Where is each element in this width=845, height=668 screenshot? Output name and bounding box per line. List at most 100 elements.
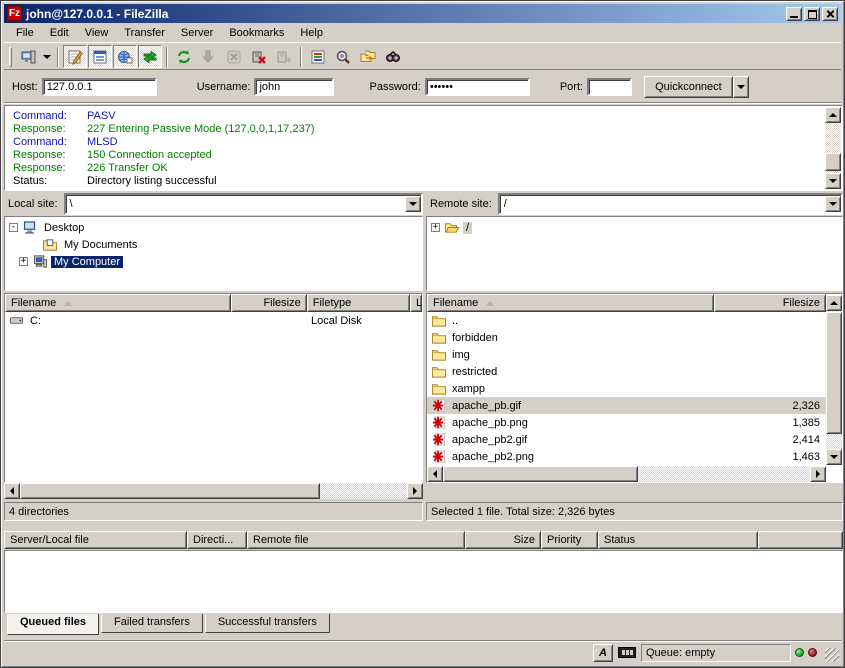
remote-hscrollbar[interactable] — [427, 466, 826, 482]
remote-file-row[interactable]: apache_pb.png 1,385 — [427, 414, 826, 431]
toggle-remote-tree-button[interactable] — [113, 45, 137, 68]
queue-list[interactable] — [4, 550, 843, 613]
maximize-button[interactable] — [804, 7, 820, 21]
remote-vscrollbar[interactable] — [826, 295, 842, 465]
synchronized-browsing-button[interactable] — [356, 45, 380, 68]
remote-file-row[interactable]: restricted — [427, 363, 826, 380]
remote-file-row-selected[interactable]: apache_pb.gif 2,326 — [427, 397, 826, 414]
transfer-type-indicator[interactable]: A — [593, 644, 613, 662]
column-header-priority[interactable]: Priority — [541, 531, 598, 549]
remote-file-row[interactable]: .. — [427, 312, 826, 329]
menu-server[interactable]: Server — [173, 25, 221, 41]
scroll-thumb[interactable] — [443, 466, 638, 482]
reconnect-button[interactable] — [272, 45, 296, 68]
log-line: Command:MLSD — [13, 136, 824, 149]
log-line: Response:150 Connection accepted — [13, 149, 824, 162]
scroll-thumb[interactable] — [20, 483, 320, 499]
port-input[interactable] — [587, 78, 632, 96]
local-tree: - Desktop My Documents + My Computer — [4, 216, 423, 291]
image-file-icon — [431, 449, 447, 464]
menu-file[interactable]: File — [8, 25, 42, 41]
remote-site-dropdown[interactable] — [825, 196, 841, 212]
tree-item-my-documents[interactable]: My Documents — [9, 236, 422, 253]
scroll-up-button[interactable] — [825, 107, 841, 123]
column-header-filename[interactable]: Filename — [5, 294, 231, 312]
image-file-icon — [431, 432, 447, 447]
cancel-icon — [226, 49, 242, 65]
close-button[interactable] — [822, 7, 838, 21]
tab-successful-transfers[interactable]: Successful transfers — [205, 614, 330, 633]
column-header-direction[interactable]: Directi... — [187, 531, 247, 549]
quickconnect-button[interactable]: Quickconnect — [644, 76, 733, 98]
disconnect-button[interactable] — [247, 45, 271, 68]
local-file-row[interactable]: C: Local Disk — [5, 312, 422, 329]
menu-help[interactable]: Help — [292, 25, 331, 41]
menu-transfer[interactable]: Transfer — [116, 25, 173, 41]
remote-file-row[interactable]: apache_pb2.png 1,463 — [427, 448, 826, 465]
local-hscrollbar[interactable] — [4, 483, 423, 499]
tab-queued-files[interactable]: Queued files — [7, 614, 99, 635]
tree-item-root[interactable]: + / — [431, 219, 842, 236]
scroll-up-button[interactable] — [826, 295, 842, 311]
column-header-server-local-file[interactable]: Server/Local file — [4, 531, 187, 549]
process-queue-button[interactable] — [197, 45, 221, 68]
quickconnect-dropdown[interactable] — [733, 76, 749, 98]
scroll-thumb[interactable] — [826, 312, 842, 434]
resize-grip[interactable] — [825, 648, 839, 662]
remote-list-header: Filename Filesize — [427, 294, 826, 312]
tree-item-my-computer[interactable]: + My Computer — [9, 253, 422, 270]
minimize-icon — [790, 16, 798, 18]
scroll-thumb[interactable] — [825, 153, 841, 171]
column-header-size[interactable]: Size — [465, 531, 541, 549]
menu-edit[interactable]: Edit — [42, 25, 77, 41]
remote-file-row[interactable]: apache_pb2.gif 2,414 — [427, 431, 826, 448]
toggle-local-tree-button[interactable] — [88, 45, 112, 68]
toolbar-grip[interactable] — [9, 47, 12, 67]
local-site-combo[interactable]: \ — [64, 193, 423, 215]
local-site-dropdown[interactable] — [405, 196, 421, 212]
title-bar[interactable]: Fz john@127.0.0.1 - FileZilla — [4, 4, 841, 23]
menu-bookmarks[interactable]: Bookmarks — [221, 25, 292, 41]
remote-file-row[interactable]: forbidden — [427, 329, 826, 346]
toggle-queue-button[interactable] — [138, 45, 162, 68]
expand-expander[interactable]: + — [19, 257, 28, 266]
scroll-down-button[interactable] — [825, 173, 841, 189]
tab-failed-transfers[interactable]: Failed transfers — [101, 614, 203, 633]
site-manager-dropdown[interactable] — [41, 45, 53, 68]
scroll-right-button[interactable] — [810, 466, 826, 482]
scroll-left-button[interactable] — [4, 483, 20, 499]
message-log: Command:PASV Response:227 Entering Passi… — [4, 105, 843, 191]
column-header-filename[interactable]: Filename — [427, 294, 714, 312]
indicator-badge[interactable] — [617, 644, 637, 662]
minimize-button[interactable] — [786, 7, 802, 21]
menu-view[interactable]: View — [77, 25, 117, 41]
log-scrollbar[interactable] — [825, 107, 841, 189]
site-manager-button[interactable] — [16, 45, 40, 68]
cancel-operation-button[interactable] — [222, 45, 246, 68]
remote-file-row[interactable]: img — [427, 346, 826, 363]
column-header-filesize[interactable]: Filesize — [714, 294, 826, 312]
scroll-left-button[interactable] — [427, 466, 443, 482]
tree-item-desktop[interactable]: - Desktop — [9, 219, 422, 236]
column-header-last-modified[interactable]: L — [410, 294, 422, 312]
refresh-button[interactable] — [172, 45, 196, 68]
column-header-filesize[interactable]: Filesize — [231, 294, 306, 312]
collapse-expander[interactable]: - — [9, 223, 18, 232]
scroll-right-button[interactable] — [407, 483, 423, 499]
find-files-button[interactable] — [381, 45, 405, 68]
remote-file-row[interactable]: xampp — [427, 380, 826, 397]
my-computer-icon — [32, 254, 48, 269]
expand-expander[interactable]: + — [431, 223, 440, 232]
toggle-log-button[interactable] — [63, 45, 87, 68]
column-header-status[interactable]: Status — [598, 531, 758, 549]
username-input[interactable] — [254, 78, 334, 96]
remote-site-combo[interactable]: / — [498, 193, 843, 215]
remote-site-label: Remote site: — [426, 198, 498, 210]
column-header-remote-file[interactable]: Remote file — [247, 531, 465, 549]
scroll-down-button[interactable] — [826, 449, 842, 465]
directory-comparison-button[interactable] — [331, 45, 355, 68]
password-input[interactable] — [425, 78, 530, 96]
column-header-filetype[interactable]: Filetype — [307, 294, 410, 312]
filter-button[interactable] — [306, 45, 330, 68]
host-input[interactable] — [42, 78, 157, 96]
